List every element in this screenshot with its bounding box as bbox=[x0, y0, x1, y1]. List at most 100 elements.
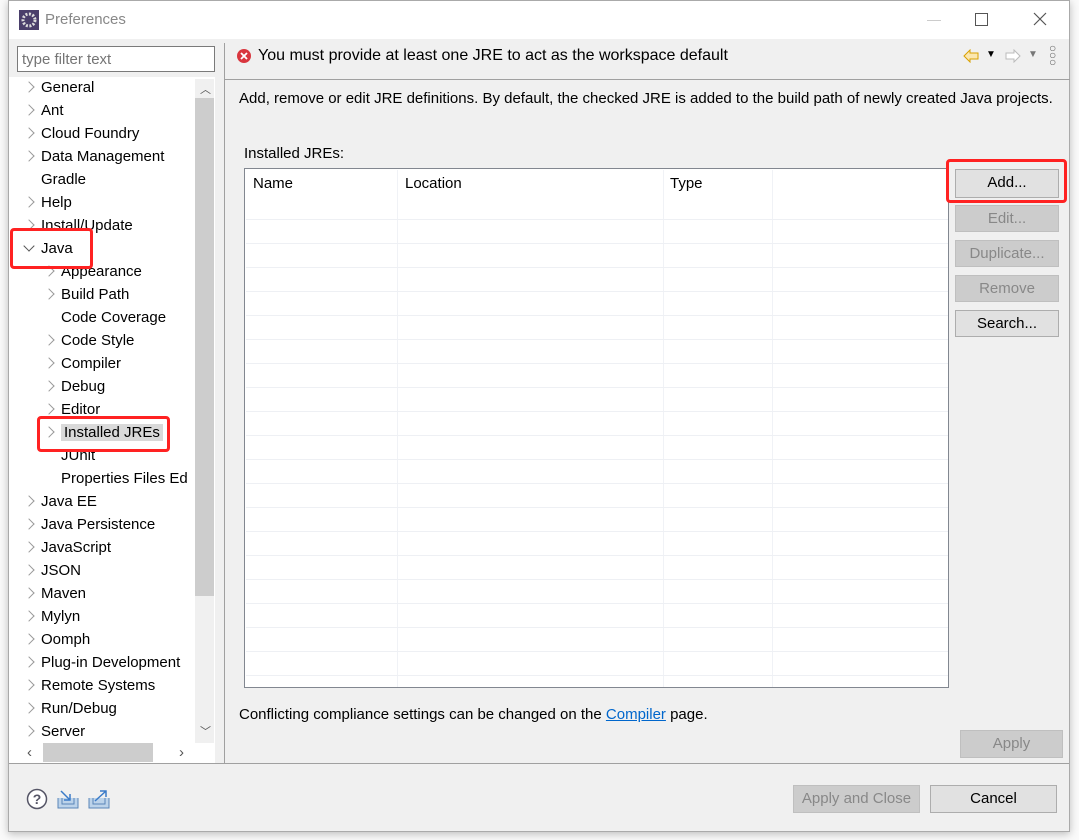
table-row-line bbox=[246, 459, 948, 460]
tree-item[interactable]: Gradle bbox=[25, 169, 86, 191]
view-menu-icon[interactable]: ○ ○ ○ bbox=[1049, 42, 1056, 68]
tree-item[interactable]: Remote Systems bbox=[23, 675, 156, 697]
tree-item[interactable]: Properties Files Ed bbox=[45, 468, 188, 490]
export-icon[interactable] bbox=[87, 788, 111, 810]
tree-item-label: Build Path bbox=[61, 286, 130, 303]
chevron-right-icon[interactable] bbox=[43, 402, 55, 415]
tree-item[interactable]: Plug-in Development bbox=[23, 652, 180, 674]
column-header-type[interactable]: Type bbox=[670, 175, 703, 192]
forward-arrow-icon[interactable] bbox=[1005, 49, 1021, 63]
tree-item[interactable]: Server bbox=[23, 721, 85, 743]
chevron-right-icon[interactable] bbox=[23, 724, 35, 737]
tree-item[interactable]: Java Persistence bbox=[23, 514, 155, 536]
tree-item-label: Mylyn bbox=[41, 608, 81, 625]
table-row-line bbox=[246, 243, 948, 244]
remove-button[interactable]: Remove bbox=[955, 275, 1059, 302]
chevron-right-icon[interactable] bbox=[43, 379, 55, 392]
import-icon[interactable] bbox=[56, 788, 80, 810]
chevron-right-icon[interactable] bbox=[23, 103, 35, 116]
back-arrow-icon[interactable] bbox=[963, 49, 979, 63]
tree-item[interactable]: Run/Debug bbox=[23, 698, 117, 720]
scrollbar-thumb[interactable] bbox=[43, 743, 153, 762]
table-row-line bbox=[246, 627, 948, 628]
tree-item[interactable]: Maven bbox=[23, 583, 86, 605]
table-row-line bbox=[246, 411, 948, 412]
chevron-right-icon[interactable] bbox=[23, 540, 35, 553]
tree-item-label: Remote Systems bbox=[41, 677, 156, 694]
tree-item[interactable]: General bbox=[23, 77, 94, 99]
tree-item[interactable]: Debug bbox=[43, 376, 106, 398]
chevron-right-icon[interactable] bbox=[43, 356, 55, 369]
chevron-right-icon[interactable] bbox=[23, 126, 35, 139]
apply-button[interactable]: Apply bbox=[960, 730, 1063, 758]
compiler-link[interactable]: Compiler bbox=[606, 706, 666, 723]
forward-menu-icon[interactable]: ▼ bbox=[1028, 49, 1038, 60]
maximize-button[interactable] bbox=[975, 13, 988, 26]
scroll-left-icon[interactable]: ‹ bbox=[27, 744, 32, 761]
close-button[interactable] bbox=[1033, 12, 1047, 26]
tree-item[interactable]: Help bbox=[23, 192, 72, 214]
chevron-right-icon[interactable] bbox=[43, 287, 55, 300]
column-header-name[interactable]: Name bbox=[253, 175, 293, 192]
chevron-right-icon[interactable] bbox=[23, 701, 35, 714]
tree-item-label: Properties Files Ed bbox=[61, 470, 188, 487]
tree-item[interactable]: Build Path bbox=[43, 284, 130, 306]
edit-button[interactable]: Edit... bbox=[955, 205, 1059, 232]
chevron-right-icon[interactable] bbox=[23, 609, 35, 622]
minimize-button[interactable] bbox=[927, 20, 941, 21]
tree-vertical-scrollbar[interactable]: ︿ ﹀ bbox=[195, 79, 214, 743]
chevron-right-icon[interactable] bbox=[43, 333, 55, 346]
tree-item-label: Cloud Foundry bbox=[41, 125, 140, 142]
tree-item[interactable]: Data Management bbox=[23, 146, 164, 168]
chevron-right-icon[interactable] bbox=[23, 149, 35, 162]
tree-item-label: Run/Debug bbox=[41, 700, 117, 717]
chevron-right-icon[interactable] bbox=[23, 563, 35, 576]
tree-item[interactable]: Mylyn bbox=[23, 606, 81, 628]
installed-jres-table[interactable]: Name Location Type bbox=[244, 168, 949, 688]
chevron-right-icon[interactable] bbox=[23, 80, 35, 93]
tree-item-label: Code Style bbox=[61, 332, 135, 349]
chevron-right-icon[interactable] bbox=[23, 678, 35, 691]
apply-and-close-button[interactable]: Apply and Close bbox=[793, 785, 920, 813]
tree-item-label: Ant bbox=[41, 102, 64, 119]
tree-item[interactable]: Code Style bbox=[43, 330, 135, 352]
tree-item[interactable]: Oomph bbox=[23, 629, 90, 651]
back-menu-icon[interactable]: ▼ bbox=[986, 49, 996, 60]
tree-item-label: JavaScript bbox=[41, 539, 112, 556]
filter-input[interactable] bbox=[17, 46, 215, 72]
sash-divider[interactable] bbox=[224, 43, 225, 763]
scroll-down-icon[interactable]: ﹀ bbox=[200, 723, 211, 739]
column-header-location[interactable]: Location bbox=[405, 175, 462, 192]
chevron-right-icon[interactable] bbox=[23, 494, 35, 507]
table-row-line bbox=[246, 555, 948, 556]
chevron-right-icon[interactable] bbox=[23, 586, 35, 599]
tree-item-label: Compiler bbox=[61, 355, 122, 372]
table-row-line bbox=[246, 675, 948, 676]
table-row-line bbox=[246, 291, 948, 292]
title-bar: Preferences bbox=[9, 1, 1069, 39]
chevron-right-icon[interactable] bbox=[23, 655, 35, 668]
scroll-right-icon[interactable]: › bbox=[179, 744, 184, 761]
chevron-right-icon[interactable] bbox=[23, 632, 35, 645]
tree-item[interactable]: Code Coverage bbox=[45, 307, 166, 329]
svg-text:?: ? bbox=[33, 791, 42, 807]
tree-item[interactable]: Compiler bbox=[43, 353, 122, 375]
scroll-up-icon[interactable]: ︿ bbox=[200, 81, 211, 97]
tree-horizontal-scrollbar[interactable]: ‹ › bbox=[23, 743, 195, 762]
tree-item[interactable]: JSON bbox=[23, 560, 81, 582]
scrollbar-thumb[interactable] bbox=[195, 98, 214, 596]
tree-item[interactable]: Ant bbox=[23, 100, 64, 122]
tree-item[interactable]: Cloud Foundry bbox=[23, 123, 140, 145]
cancel-button[interactable]: Cancel bbox=[930, 785, 1057, 813]
duplicate-button[interactable]: Duplicate... bbox=[955, 240, 1059, 267]
chevron-right-icon[interactable] bbox=[23, 195, 35, 208]
tree-item-label: Debug bbox=[61, 378, 106, 395]
tree-item[interactable]: JavaScript bbox=[23, 537, 112, 559]
help-icon[interactable]: ? bbox=[26, 788, 48, 810]
chevron-right-icon[interactable] bbox=[23, 517, 35, 530]
page-description: Add, remove or edit JRE definitions. By … bbox=[239, 90, 1053, 107]
search-button[interactable]: Search... bbox=[955, 310, 1059, 337]
compliance-note-text: Conflicting compliance settings can be c… bbox=[239, 706, 606, 723]
tree-item-label: Code Coverage bbox=[61, 309, 167, 326]
tree-item[interactable]: Java EE bbox=[23, 491, 97, 513]
